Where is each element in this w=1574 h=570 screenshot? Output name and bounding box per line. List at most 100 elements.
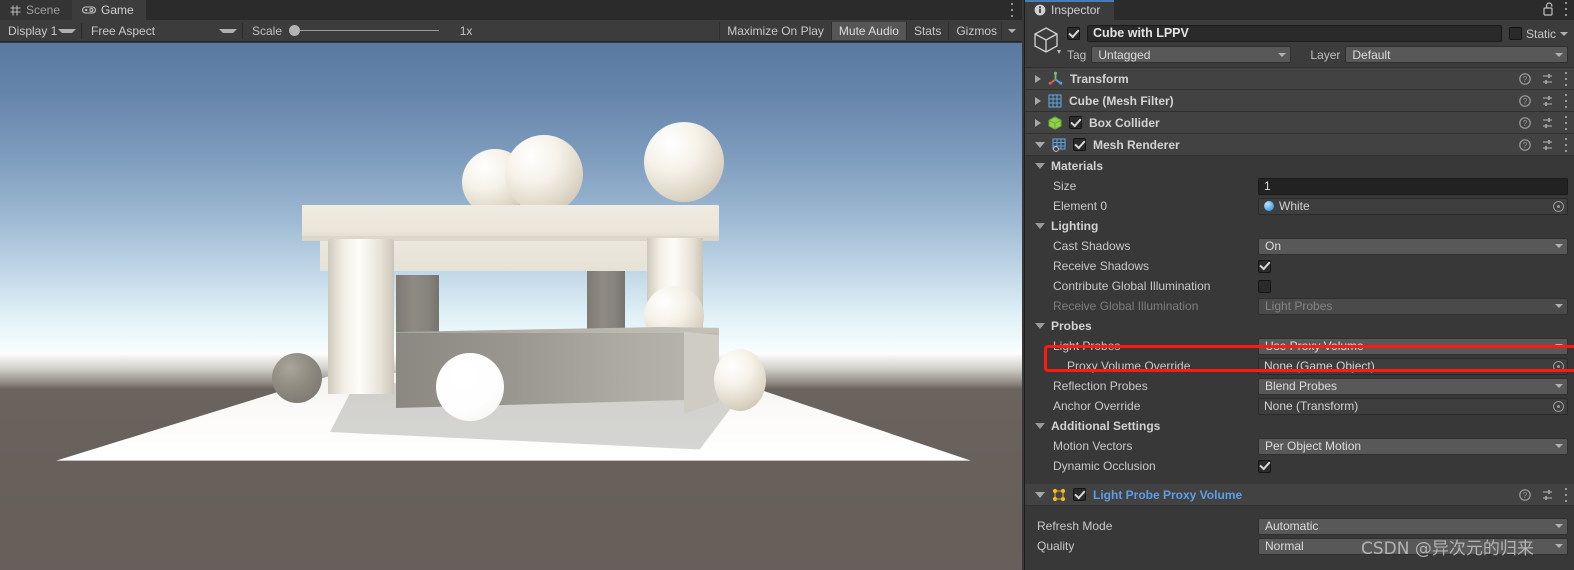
preset-sliders-icon[interactable]	[1541, 117, 1554, 129]
component-header-box-collider[interactable]: Box Collider ?	[1025, 112, 1574, 134]
chevron-down-icon	[1555, 444, 1563, 448]
component-header-mesh-filter[interactable]: Cube (Mesh Filter) ?	[1025, 90, 1574, 112]
prop-motion-vectors: Motion Vectors Per Object Motion	[1025, 436, 1574, 456]
box-collider-enabled-checkbox[interactable]	[1069, 116, 1082, 129]
section-additional-settings[interactable]: Additional Settings	[1025, 416, 1574, 436]
help-icon[interactable]: ?	[1519, 72, 1531, 85]
reflection-probes-dropdown[interactable]: Blend Probes	[1258, 377, 1568, 395]
help-icon[interactable]: ?	[1519, 94, 1531, 107]
chevron-down-icon	[1278, 52, 1287, 57]
prop-anchor-override: Anchor Override None (Transform)	[1025, 396, 1574, 416]
materials-element0-object-picker[interactable]: White	[1258, 197, 1568, 215]
sphere-back-right	[644, 122, 724, 202]
game-view-panel: Scene Game Display 1 Free Aspect Scale 1…	[0, 0, 1022, 570]
kebab-menu-icon[interactable]	[1564, 487, 1568, 502]
static-checkbox[interactable]	[1508, 27, 1522, 40]
layer-dropdown[interactable]: Default	[1345, 46, 1568, 63]
gizmos-button[interactable]: Gizmos	[948, 21, 1001, 40]
lighting-expand-triangle-icon[interactable]	[1035, 223, 1045, 229]
receive-shadows-checkbox[interactable]	[1258, 259, 1271, 273]
chevron-down-icon	[1008, 28, 1016, 33]
tab-inspector[interactable]: Inspector	[1025, 0, 1115, 20]
mute-audio-button[interactable]: Mute Audio	[830, 21, 906, 40]
maximize-on-play-button[interactable]: Maximize On Play	[719, 21, 831, 40]
display-dropdown[interactable]: Display 1	[2, 21, 80, 40]
chevron-down-icon	[1555, 384, 1563, 388]
light-probes-dropdown[interactable]: Use Proxy Volume	[1258, 337, 1568, 355]
preset-sliders-icon[interactable]	[1541, 95, 1554, 107]
kebab-menu-icon[interactable]	[1564, 137, 1568, 152]
display-dropdown-value: Display 1	[8, 23, 58, 38]
svg-text:?: ?	[1523, 119, 1528, 128]
mesh-renderer-enabled-checkbox[interactable]	[1073, 138, 1086, 151]
prop-receive-gi: Receive Global Illumination Light Probes	[1025, 296, 1574, 316]
cast-shadows-value: On	[1265, 239, 1282, 253]
section-materials[interactable]: Materials	[1025, 156, 1574, 176]
tab-scene[interactable]: Scene	[0, 0, 73, 20]
help-icon[interactable]: ?	[1519, 116, 1531, 129]
object-picker-target-icon[interactable]	[1553, 360, 1564, 372]
gizmos-dropdown-button[interactable]	[1001, 21, 1022, 40]
materials-element0-label: Element 0	[1053, 199, 1108, 213]
help-icon[interactable]: ?	[1519, 488, 1531, 501]
layer-value: Default	[1352, 47, 1391, 62]
dynamic-occlusion-checkbox[interactable]	[1258, 459, 1271, 473]
help-icon[interactable]: ?	[1519, 138, 1531, 151]
tab-game[interactable]: Game	[72, 0, 146, 20]
kebab-menu-icon[interactable]	[1564, 115, 1568, 130]
lppv-dots-icon	[1052, 488, 1066, 502]
proxy-volume-override-label: Proxy Volume Override	[1067, 359, 1191, 373]
mesh-filter-expand-triangle-icon[interactable]	[1035, 96, 1041, 105]
object-picker-target-icon[interactable]	[1553, 400, 1564, 412]
static-chevron-down-icon[interactable]	[1560, 31, 1568, 36]
scale-slider-knob[interactable]	[289, 25, 301, 36]
transform-expand-triangle-icon[interactable]	[1035, 74, 1041, 83]
preset-sliders-icon[interactable]	[1541, 489, 1554, 501]
mesh-renderer-expand-triangle-icon[interactable]	[1035, 141, 1045, 148]
preset-sliders-icon[interactable]	[1541, 139, 1554, 151]
refresh-mode-value: Automatic	[1265, 519, 1319, 533]
lppv-enabled-checkbox[interactable]	[1073, 488, 1086, 501]
game-panel-kebab-menu-icon[interactable]	[1010, 3, 1014, 17]
prop-materials-element0: Element 0 White	[1025, 196, 1574, 216]
probes-expand-triangle-icon[interactable]	[1035, 323, 1045, 329]
lppv-expand-triangle-icon[interactable]	[1035, 491, 1045, 498]
component-header-lppv[interactable]: Light Probe Proxy Volume ?	[1025, 484, 1574, 506]
svg-text:?: ?	[1523, 491, 1528, 500]
object-picker-target-icon[interactable]	[1553, 200, 1564, 212]
scale-slider[interactable]	[289, 24, 440, 38]
materials-expand-triangle-icon[interactable]	[1035, 163, 1045, 169]
section-probes[interactable]: Probes	[1025, 316, 1574, 336]
gameobject-enabled-checkbox[interactable]	[1067, 27, 1080, 40]
aspect-dropdown[interactable]: Free Aspect	[85, 21, 241, 40]
light-probes-value: Use Proxy Volume	[1265, 339, 1364, 353]
box-collider-expand-triangle-icon[interactable]	[1035, 118, 1041, 127]
quality-dropdown[interactable]: Normal	[1258, 537, 1568, 555]
gameobject-name-input[interactable]: Cube with LPPV	[1087, 25, 1502, 42]
unlocked-padlock-icon[interactable]	[1543, 2, 1555, 16]
contribute-gi-checkbox[interactable]	[1258, 279, 1271, 293]
component-header-transform[interactable]: Transform ?	[1025, 68, 1574, 90]
mesh-renderer-body: Materials Size 1 Element 0 White Lightin…	[1025, 156, 1574, 484]
anchor-override-object-picker[interactable]: None (Transform)	[1258, 397, 1568, 415]
stats-button[interactable]: Stats	[905, 21, 949, 40]
component-header-mesh-renderer[interactable]: Mesh Renderer ?	[1025, 134, 1574, 156]
section-lighting[interactable]: Lighting	[1025, 216, 1574, 236]
cast-shadows-dropdown[interactable]: On	[1258, 237, 1568, 255]
proxy-volume-override-object-picker[interactable]: None (Game Object)	[1258, 357, 1568, 375]
proxy-volume-override-field: None (Game Object)	[1258, 357, 1568, 375]
materials-size-input[interactable]: 1	[1258, 177, 1568, 195]
kebab-menu-icon[interactable]	[1564, 93, 1568, 108]
game-viewport[interactable]	[0, 43, 1022, 570]
tag-dropdown[interactable]: Untagged	[1091, 46, 1292, 63]
toolbar-divider-1	[81, 22, 82, 39]
preset-sliders-icon[interactable]	[1541, 73, 1554, 85]
game-view-toolbar: Display 1 Free Aspect Scale 1x Maximize …	[0, 20, 1022, 42]
kebab-menu-icon[interactable]	[1564, 71, 1568, 86]
motion-vectors-dropdown[interactable]: Per Object Motion	[1258, 437, 1568, 455]
inspector-kebab-menu-icon[interactable]	[1564, 2, 1568, 16]
aspect-dropdown-value: Free Aspect	[91, 23, 156, 38]
additional-settings-expand-triangle-icon[interactable]	[1035, 423, 1045, 429]
refresh-mode-dropdown[interactable]: Automatic	[1258, 517, 1568, 535]
